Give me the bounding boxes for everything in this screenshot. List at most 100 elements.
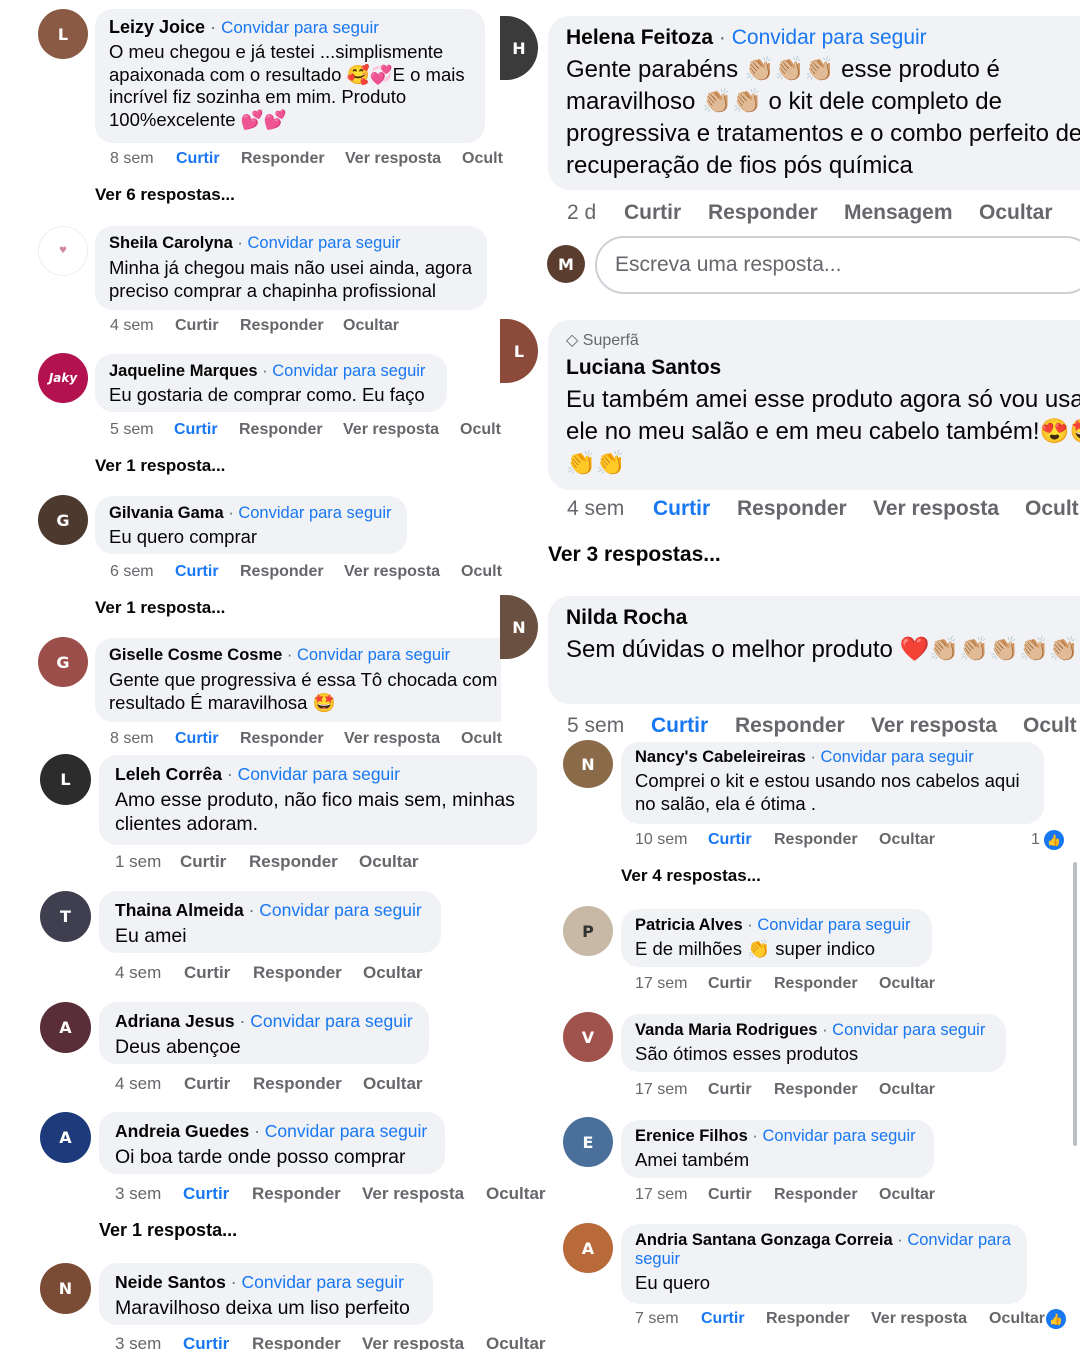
commenter-name[interactable]: Nancy's Cabeleireiras [635,748,806,766]
commenter-name[interactable]: Nilda Rocha [566,606,687,629]
like-button[interactable]: Curtir [176,150,241,168]
avatar[interactable]: V [563,1012,613,1062]
avatar[interactable]: L [40,754,91,805]
reply-button[interactable]: Responder [249,852,359,872]
like-button[interactable]: Curtir [184,1074,253,1094]
commenter-name[interactable]: Adriana Jesus [115,1011,235,1031]
reply-button[interactable]: Responder [240,317,343,335]
invite-follow-link[interactable]: Convidar para seguir [732,26,927,49]
avatar[interactable]: ♥ [38,226,88,276]
avatar[interactable]: N [563,740,613,788]
invite-follow-link[interactable]: Convidar para seguir [238,764,400,784]
commenter-name[interactable]: Leleh Corrêa [115,764,222,784]
invite-follow-link[interactable]: Convidar para seguir [762,1127,915,1145]
reply-input[interactable]: Escreva uma resposta... [595,236,1080,294]
message-button[interactable]: Mensagem [844,201,979,225]
commenter-name[interactable]: Neide Santos [115,1272,226,1292]
avatar[interactable]: N [500,595,538,659]
invite-follow-link[interactable]: Convidar para seguir [832,1021,985,1039]
see-reply-button[interactable]: Ver resposta [871,1310,989,1328]
view-replies-link[interactable]: Ver 4 respostas... [621,866,761,886]
like-button[interactable]: Curtir [651,714,735,738]
hide-button[interactable]: Ocult [460,421,501,439]
commenter-name[interactable]: Gilvania Gama [109,504,224,522]
hide-button[interactable]: Ocultar [879,975,935,993]
view-replies-link[interactable]: Ver 1 resposta... [99,1220,237,1241]
invite-follow-link[interactable]: Convidar para seguir [821,748,974,766]
hide-button[interactable]: Ocultar [486,1184,546,1204]
like-count[interactable]: 1 👍 [1031,830,1064,850]
commenter-name[interactable]: Helena Feitoza [566,26,713,49]
commenter-name[interactable]: Sheila Carolyna [109,234,233,252]
invite-follow-link[interactable]: Convidar para seguir [238,504,391,522]
reply-button[interactable]: Responder [253,1074,363,1094]
see-reply-button[interactable]: Ver resposta [871,714,1023,738]
hide-button[interactable]: Ocult [1025,497,1079,521]
invite-follow-link[interactable]: Convidar para seguir [241,1272,403,1292]
reply-button[interactable]: Responder [774,831,879,849]
like-button[interactable]: Curtir [708,1186,774,1204]
view-replies-link[interactable]: Ver 1 resposta... [95,598,225,618]
reply-button[interactable]: Responder [735,714,871,738]
avatar[interactable]: Jaky [38,353,88,403]
reply-button[interactable]: Responder [241,150,345,168]
avatar[interactable]: G [38,637,88,687]
hide-button[interactable]: Ocultar [979,201,1053,225]
avatar[interactable]: N [40,1263,91,1314]
like-button[interactable]: Curtir [701,1310,766,1328]
commenter-name[interactable]: Giselle Cosme Cosme [109,646,282,664]
reply-button[interactable]: Responder [774,1186,879,1204]
invite-follow-link[interactable]: Convidar para seguir [297,646,450,664]
see-reply-button[interactable]: Ver resposta [344,730,461,747]
like-button[interactable]: Curtir [175,563,240,581]
scrollbar[interactable] [1073,862,1077,1146]
hide-button[interactable]: Ocultar [363,963,423,983]
hide-button[interactable]: Ocultar [359,852,419,872]
avatar[interactable]: L [500,319,538,383]
reply-button[interactable]: Responder [240,563,344,581]
commenter-name[interactable]: Vanda Maria Rodrigues [635,1021,817,1039]
like-button[interactable]: Curtir [175,317,240,335]
like-button[interactable]: Curtir [708,1081,774,1099]
hide-button[interactable]: Ocult [461,563,502,581]
hide-button[interactable]: Ocultar [879,1081,935,1099]
commenter-name[interactable]: Jaqueline Marques [109,362,258,380]
commenter-name[interactable]: Patricia Alves [635,916,743,934]
like-button[interactable]: Curtir [708,975,774,993]
view-replies-link[interactable]: Ver 6 respostas... [95,185,235,205]
commenter-name[interactable]: Andria Santana Gonzaga Correia [635,1231,893,1249]
reply-button[interactable]: Responder [708,201,844,225]
like-button[interactable]: Curtir [184,963,253,983]
reply-button[interactable]: Responder [252,1184,362,1204]
commenter-name[interactable]: Luciana Santos [566,356,721,379]
avatar[interactable]: A [40,1112,91,1163]
reply-button[interactable]: Responder [766,1310,871,1328]
reply-button[interactable]: Responder [774,1081,879,1099]
hide-button[interactable]: Ocult [1023,714,1077,738]
invite-follow-link[interactable]: Convidar para seguir [272,362,425,380]
like-button[interactable]: Curtir [624,201,708,225]
reply-button[interactable]: Responder [737,497,873,521]
avatar[interactable]: G [38,495,88,545]
commenter-name[interactable]: Andreia Guedes [115,1121,249,1141]
like-button[interactable]: Curtir [183,1184,252,1204]
invite-follow-link[interactable]: Convidar para seguir [757,916,910,934]
hide-button[interactable]: Ocultar [343,317,399,335]
hide-button[interactable]: Ocult [462,150,503,168]
reply-button[interactable]: Responder [253,963,363,983]
hide-button[interactable]: Ocultar [879,831,935,849]
hide-button[interactable]: Ocultar [879,1186,935,1204]
like-button[interactable]: Curtir [708,831,774,849]
reply-button[interactable]: Responder [774,975,879,993]
like-button[interactable]: Curtir [180,852,249,872]
avatar[interactable]: A [40,1002,91,1053]
avatar[interactable]: E [563,1117,613,1167]
see-reply-button[interactable]: Ver resposta [362,1334,486,1350]
hide-button[interactable]: Ocultar [989,1310,1045,1328]
invite-follow-link[interactable]: Convidar para seguir [250,1011,412,1031]
invite-follow-link[interactable]: Convidar para seguir [265,1121,427,1141]
invite-follow-link[interactable]: Convidar para seguir [259,900,421,920]
like-button[interactable]: Curtir [653,497,737,521]
invite-follow-link[interactable]: Convidar para seguir [221,18,379,37]
view-replies-link[interactable]: Ver 3 respostas... [548,543,721,567]
